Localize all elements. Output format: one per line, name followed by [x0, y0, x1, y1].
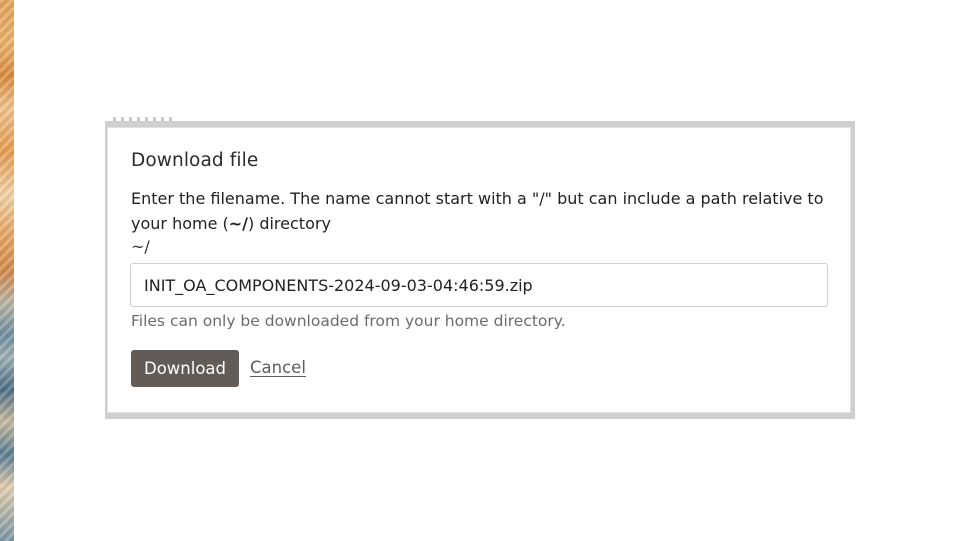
home-path-prefix: ~/ [131, 237, 150, 256]
instructions-part2: ) directory [248, 214, 331, 233]
background-artwork [0, 0, 14, 541]
filename-input[interactable] [130, 263, 828, 307]
cancel-link[interactable]: Cancel [250, 358, 306, 377]
dialog-frame: Download file Enter the filename. The na… [105, 117, 855, 419]
home-path-code: ~/ [228, 214, 248, 233]
instructions-text: Enter the filename. The name cannot star… [131, 186, 831, 236]
dialog-title: Download file [131, 150, 259, 171]
download-button[interactable]: Download [131, 350, 239, 387]
page: Download file Enter the filename. The na… [0, 0, 960, 541]
help-text: Files can only be downloaded from your h… [131, 312, 566, 330]
download-file-dialog: Download file Enter the filename. The na… [107, 127, 851, 413]
